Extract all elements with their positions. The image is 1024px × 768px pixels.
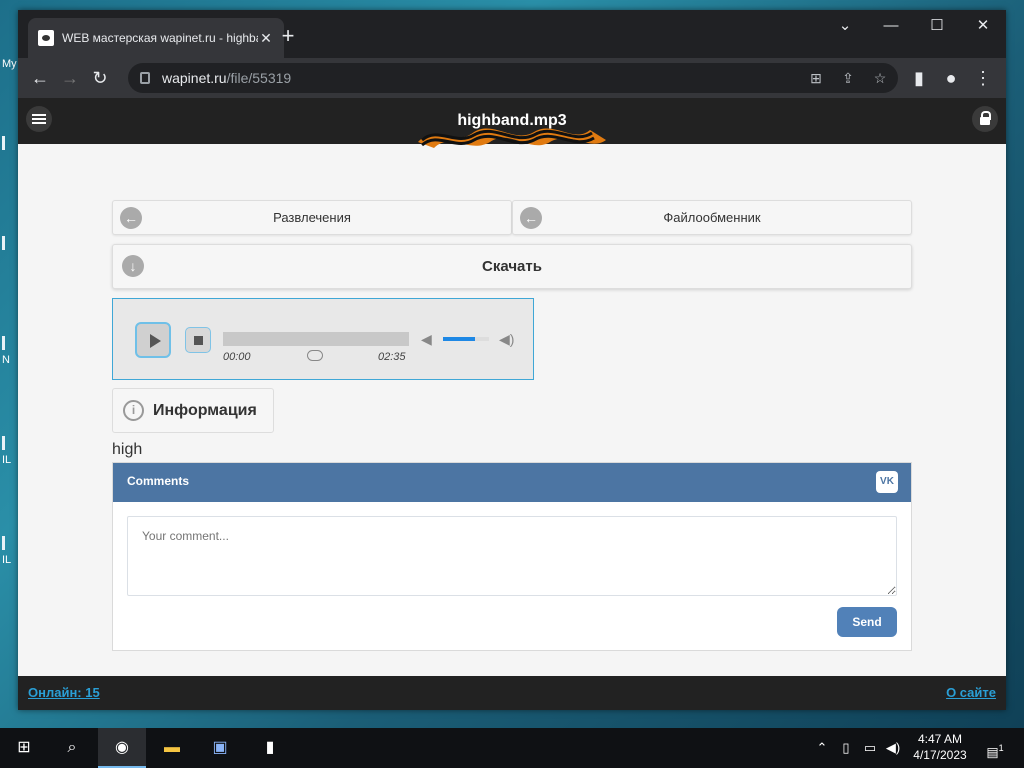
close-window-button[interactable]: ✕ (960, 10, 1006, 42)
browser-tab[interactable]: WEB мастерская wapinet.ru - highband.mp3… (28, 18, 284, 58)
tab-title: WEB мастерская wapinet.ru - highband.mp3 (62, 31, 258, 45)
microphone-icon[interactable]: ▯ (836, 728, 856, 768)
time-current: 00:00 (223, 351, 251, 363)
browser-window: WEB мастерская wapinet.ru - highband.mp3… (18, 10, 1006, 710)
clock-time: 4:47 AM (917, 732, 963, 746)
app-taskbar-icon[interactable]: ▮ (246, 728, 294, 768)
reload-icon[interactable]: ↻ (85, 63, 115, 93)
bookmark-star-icon[interactable]: ☆ (866, 63, 894, 93)
tab-search-icon[interactable]: ⌄ (822, 10, 868, 42)
new-tab-button[interactable]: + (274, 23, 302, 51)
arrow-down-icon: ↓ (122, 255, 144, 277)
notification-count: 1 (998, 743, 1004, 753)
download-label: Скачать (482, 258, 542, 275)
nav-back-entertainment-button[interactable]: ← Развлечения (112, 200, 512, 235)
forward-icon[interactable]: → (55, 63, 85, 93)
desktop-icon[interactable] (2, 536, 18, 553)
desktop-icon-label[interactable]: My (2, 58, 18, 70)
lock-icon[interactable] (140, 72, 150, 84)
share-icon[interactable]: ⇪ (834, 63, 862, 93)
desktop-icon[interactable] (2, 436, 18, 453)
vk-logo-icon[interactable]: VK (876, 471, 898, 493)
maximize-button[interactable]: ☐ (914, 10, 960, 42)
hamburger-menu-button[interactable] (26, 106, 52, 132)
profile-icon[interactable]: ● (936, 63, 966, 93)
clock[interactable]: 4:47 AM 4/17/2023 (904, 731, 976, 763)
information-label: Информация (153, 402, 257, 419)
about-site-link[interactable]: О сайте (946, 685, 996, 700)
online-count-link[interactable]: Онлайн: 15 (28, 685, 100, 700)
address-bar[interactable]: wapinet.ru /file/55319 ⊞ ⇪ ☆ (128, 63, 898, 93)
send-button[interactable]: Send (837, 607, 897, 637)
tray-chevron-icon[interactable]: ⌃ (812, 728, 832, 768)
volume-max-icon[interactable]: ◀) (499, 331, 514, 348)
download-button[interactable]: ↓ Скачать (112, 244, 912, 289)
desktop-icon-label[interactable]: IL (2, 554, 18, 566)
clock-date: 4/17/2023 (913, 748, 967, 762)
chrome-taskbar-icon[interactable]: ◉ (98, 728, 146, 768)
audio-player: 00:00 02:35 ◀ ◀) (112, 298, 534, 380)
arrow-left-icon: ← (120, 207, 142, 229)
info-icon: i (123, 400, 144, 421)
nav-back-fileshare-button[interactable]: ← Файлообменник (512, 200, 912, 235)
login-lock-button[interactable] (972, 106, 998, 132)
seek-bar[interactable] (223, 332, 409, 346)
translate-icon[interactable]: ⊞ (802, 63, 830, 93)
browser-toolbar: ← → ↻ wapinet.ru /file/55319 ⊞ ⇪ ☆ ▮ ● ⋮ (18, 58, 1006, 98)
title-bar: WEB мастерская wapinet.ru - highband.mp3… (18, 10, 1006, 58)
comments-title: Comments (127, 474, 190, 488)
start-windows-icon[interactable]: ⊞ (0, 728, 48, 768)
site-footer: Онлайн: 15 О сайте (18, 676, 1006, 710)
notification-center-icon[interactable]: ▤1 (980, 728, 1010, 768)
back-icon[interactable]: ← (25, 63, 55, 93)
information-button[interactable]: i Информация (112, 388, 274, 433)
st-george-ribbon-logo (418, 128, 606, 148)
nav-right-label: Файлообменник (663, 210, 761, 225)
arrow-left-icon: ← (520, 207, 542, 229)
url-path: /file/55319 (226, 70, 292, 86)
menu-kebab-icon[interactable]: ⋮ (968, 63, 998, 93)
vk-comments-widget: Comments VK Send (112, 462, 912, 651)
mute-icon[interactable]: ◀ (421, 331, 432, 348)
site-favicon-icon (38, 30, 54, 46)
volume-level (443, 337, 476, 341)
file-explorer-icon[interactable]: ▬ (148, 728, 196, 768)
desktop-icon-label[interactable]: IL (2, 454, 18, 466)
comment-input[interactable] (127, 516, 897, 596)
minimize-button[interactable]: — (868, 10, 914, 42)
time-total: 02:35 (378, 351, 406, 363)
comments-header: Comments VK (113, 463, 911, 502)
play-button[interactable] (135, 322, 171, 358)
desktop-icon[interactable] (2, 236, 18, 253)
desktop-icon[interactable] (2, 336, 18, 353)
desktop-icon[interactable] (2, 136, 18, 153)
desktop-icon-label[interactable]: N (2, 354, 18, 366)
page-viewport: highband.mp3 ← Развлечения ← Файлообменн… (18, 98, 1006, 710)
speaker-icon[interactable]: ◀) (882, 728, 904, 768)
stop-button[interactable] (185, 327, 211, 353)
search-icon[interactable]: ⌕ (48, 728, 96, 768)
loop-icon[interactable] (307, 350, 323, 361)
control-panel-icon[interactable]: ▣ (196, 728, 244, 768)
network-icon[interactable]: ▭ (860, 728, 880, 768)
nav-left-label: Развлечения (273, 210, 351, 225)
file-description: high (112, 441, 143, 458)
volume-slider[interactable] (443, 337, 489, 341)
url-host: wapinet.ru (162, 70, 227, 86)
taskbar: ⊞ ⌕ ◉ ▬ ▣ ▮ ⌃ ▯ ▭ ◀) 4:47 AM 4/17/2023 ▤… (0, 728, 1024, 768)
close-tab-icon[interactable]: ✕ (258, 30, 274, 47)
side-panel-icon[interactable]: ▮ (904, 63, 934, 93)
